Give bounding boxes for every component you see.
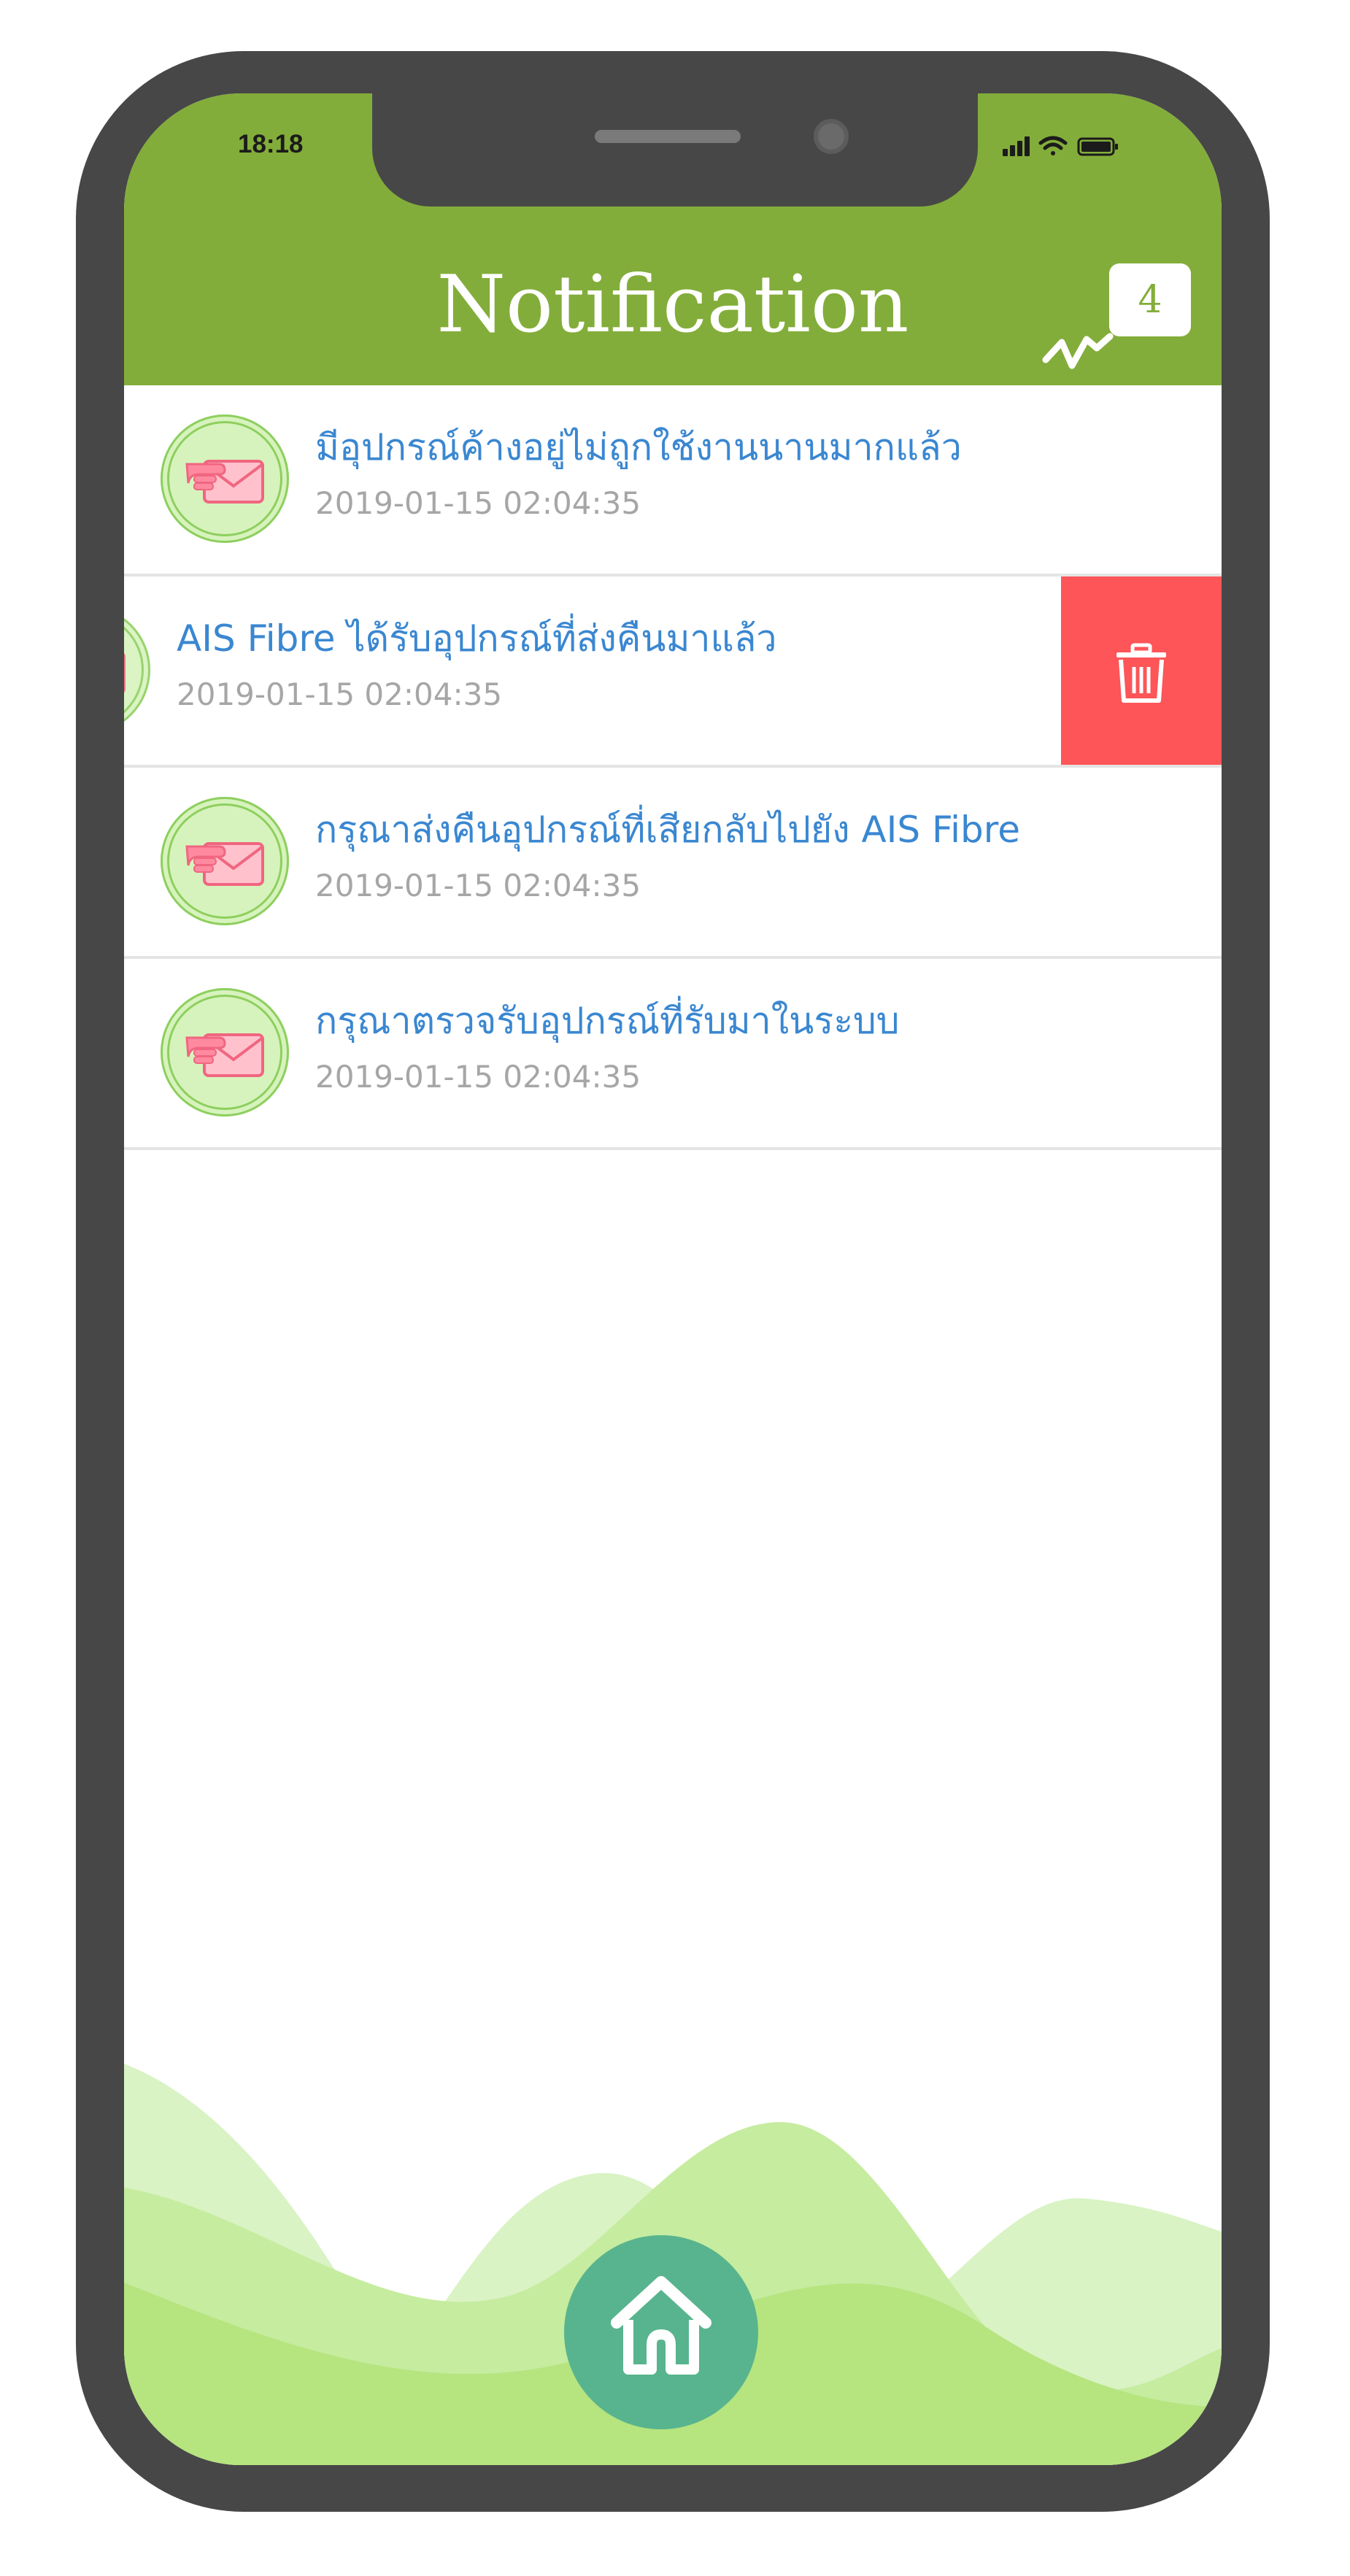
mail-hand-icon (161, 414, 289, 543)
app-screen: 18:18 Notification 4 มีอุปกรณ์ค้างอยู่ไม… (124, 93, 1222, 2465)
notification-date: 2019-01-15 02:04:35 (315, 1059, 641, 1095)
notification-content[interactable]: กรุณาตรวจรับอุปกรณ์ที่รับมาในระบบ 2019-0… (124, 959, 1222, 1147)
signal-icon (1003, 136, 1030, 156)
notification-content[interactable]: AIS Fibre ได้รับอุปกรณ์ที่ส่งคืนมาแล้ว 2… (124, 576, 1083, 765)
notification-list: มีอุปกรณ์ค้างอยู่ไม่ถูกใช้งานนานมากแล้ว … (124, 385, 1222, 1150)
badge-count: 4 (1109, 263, 1191, 336)
notification-date: 2019-01-15 02:04:35 (177, 676, 503, 712)
notification-row[interactable]: กรุณาส่งคืนอุปกรณ์ที่เสียกลับไปยัง AIS F… (124, 768, 1222, 959)
status-icons (1003, 136, 1118, 156)
battery-icon (1077, 137, 1118, 156)
notification-message: กรุณาส่งคืนอุปกรณ์ที่เสียกลับไปยัง AIS F… (315, 809, 1020, 851)
mail-hand-icon (124, 606, 150, 734)
notification-row[interactable]: กรุณาตรวจรับอุปกรณ์ที่รับมาในระบบ 2019-0… (124, 959, 1222, 1150)
notification-count-badge[interactable]: 4 (1040, 263, 1191, 373)
wifi-icon (1038, 136, 1068, 155)
notification-row[interactable]: มีอุปกรณ์ค้างอยู่ไม่ถูกใช้งานนานมากแล้ว … (124, 385, 1222, 576)
notification-message: AIS Fibre ได้รับอุปกรณ์ที่ส่งคืนมาแล้ว (177, 617, 777, 660)
device-notch (372, 93, 978, 207)
notification-message: กรุณาตรวจรับอุปกรณ์ที่รับมาในระบบ (315, 1000, 900, 1042)
notification-date: 2019-01-15 02:04:35 (315, 868, 641, 903)
delete-button[interactable] (1061, 576, 1222, 765)
mail-hand-icon (161, 988, 289, 1117)
front-camera (814, 119, 849, 154)
notification-row-swiped[interactable]: AIS Fibre ได้รับอุปกรณ์ที่ส่งคืนมาแล้ว 2… (124, 576, 1222, 768)
notification-content[interactable]: มีอุปกรณ์ค้างอยู่ไม่ถูกใช้งานนานมากแล้ว … (124, 385, 1222, 574)
home-icon (611, 2276, 711, 2375)
notification-date: 2019-01-15 02:04:35 (315, 485, 641, 521)
notification-content[interactable]: กรุณาส่งคืนอุปกรณ์ที่เสียกลับไปยัง AIS F… (124, 768, 1222, 956)
status-time: 18:18 (238, 130, 304, 158)
home-button[interactable] (564, 2235, 758, 2429)
notification-message: มีอุปกรณ์ค้างอยู่ไม่ถูกใช้งานนานมากแล้ว (315, 426, 962, 468)
mail-hand-icon (161, 797, 289, 925)
trash-icon (1116, 643, 1166, 703)
speaker-grille (595, 130, 741, 143)
